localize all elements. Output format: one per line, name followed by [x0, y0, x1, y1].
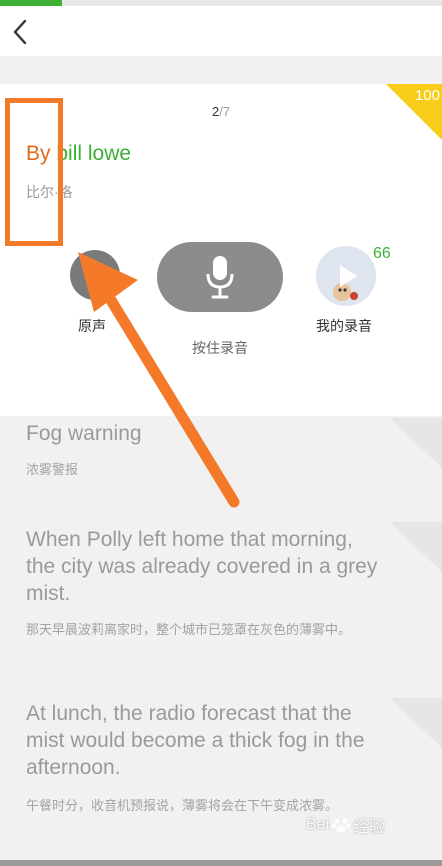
speaker-icon — [99, 264, 109, 286]
microphone-icon — [206, 256, 234, 299]
bottom-bar — [0, 860, 442, 866]
list-item-english: Fog warning — [26, 422, 142, 445]
original-audio-button[interactable] — [70, 250, 120, 300]
my-recording-label: 我的录音 — [316, 318, 372, 334]
original-audio-label: 原声 — [78, 318, 106, 334]
watermark-text: Bai — [306, 816, 330, 833]
list-item-chinese: 浓雾警报 — [26, 462, 79, 477]
separator — [0, 56, 442, 84]
list-item[interactable]: When Polly left home that morning, the c… — [0, 520, 442, 688]
baidu-watermark: Bai 经验 — [306, 813, 385, 837]
list-corner-mark — [390, 522, 442, 572]
top-bar — [0, 6, 442, 56]
score-value: 100 — [414, 87, 440, 104]
my-recording-score: 66 — [373, 245, 391, 262]
sentence-list: Fog warning 浓雾警报 When Polly left home th… — [0, 416, 442, 860]
list-item-english: When Polly left home that morning, the c… — [26, 528, 378, 605]
list-corner-mark — [390, 698, 442, 748]
my-recording-button[interactable] — [316, 246, 376, 306]
watermark-suffix: 经验 — [353, 819, 386, 836]
sentence-counter: 2/7 — [0, 104, 442, 119]
paw-icon — [332, 818, 351, 833]
list-item[interactable]: Fog warning 浓雾警报 — [0, 416, 442, 516]
record-button[interactable] — [157, 242, 283, 312]
sentence-card: 100 2/7 By bill lowe 比尔·洛 原声 按住录音 66 我的录… — [0, 84, 442, 416]
play-icon — [316, 246, 376, 306]
list-item-chinese: 那天早晨波莉离家时，整个城市已笼罩在灰色的薄雾中。 — [26, 622, 352, 637]
counter-total: /7 — [219, 104, 231, 119]
annotation-highlight-box — [5, 98, 63, 246]
back-arrow-icon — [13, 19, 27, 45]
back-button[interactable] — [4, 14, 36, 50]
list-corner-mark — [390, 418, 442, 468]
record-label: 按住录音 — [192, 340, 248, 356]
list-item-english: At lunch, the radio forecast that the mi… — [26, 702, 365, 779]
